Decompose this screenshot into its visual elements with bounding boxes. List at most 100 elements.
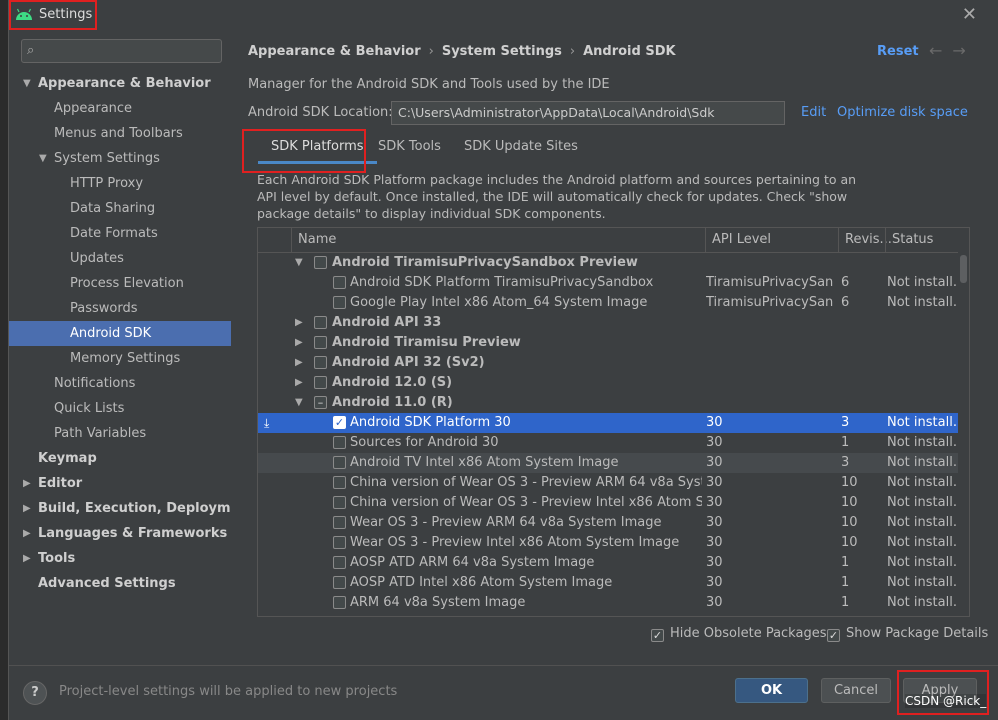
- checkbox[interactable]: [333, 436, 346, 449]
- back-forward-icon[interactable]: ←→: [929, 41, 976, 60]
- sidebar-item-notifications[interactable]: Notifications: [9, 371, 231, 396]
- checkbox[interactable]: [333, 596, 346, 609]
- table-row[interactable]: China version of Wear OS 3 - Preview ARM…: [258, 473, 958, 493]
- chevron-right-icon[interactable]: ▶: [295, 373, 303, 393]
- api-level: 30: [706, 475, 723, 490]
- sidebar-item-system-settings[interactable]: ▼ System Settings: [9, 146, 231, 171]
- table-row[interactable]: ARM 64 v8a System Image 30 1 Not install…: [258, 593, 958, 613]
- table-row[interactable]: ▶ Android 12.0 (S): [258, 373, 958, 393]
- table-row[interactable]: ▶ Android Tiramisu Preview: [258, 333, 958, 353]
- sidebar-item-editor[interactable]: ▶ Editor: [9, 471, 231, 496]
- sidebar-item-process-elevation[interactable]: Process Elevation: [9, 271, 231, 296]
- chevron-down-icon[interactable]: ▼: [295, 253, 303, 273]
- help-button[interactable]: ?: [23, 681, 47, 705]
- table-row[interactable]: Google Play Intel x86 Atom_64 System Ima…: [258, 293, 958, 313]
- search-input[interactable]: ⌕: [21, 39, 222, 63]
- checkbox[interactable]: [333, 296, 346, 309]
- checkbox[interactable]: [333, 516, 346, 529]
- checkbox[interactable]: [333, 456, 346, 469]
- package-name: Wear OS 3 - Preview Intel x86 Atom Syste…: [350, 535, 680, 550]
- scrollbar-thumb[interactable]: [960, 255, 967, 283]
- sidebar-item-label: Appearance: [54, 101, 133, 116]
- close-icon[interactable]: ✕: [962, 4, 977, 25]
- cancel-button[interactable]: Cancel: [821, 678, 891, 703]
- sidebar-item-languages-frameworks[interactable]: ▶ Languages & Frameworks: [9, 521, 231, 546]
- sidebar-item-appearance-behavior[interactable]: ▼ Appearance & Behavior: [9, 71, 231, 96]
- table-row[interactable]: China version of Wear OS 3 - Preview Int…: [258, 493, 958, 513]
- settings-sidebar: ⌕ ▼ Appearance & Behavior Appearance Men…: [9, 30, 255, 665]
- sidebar-item-passwords[interactable]: Passwords: [9, 296, 231, 321]
- table-row[interactable]: ▼ – Android 11.0 (R): [258, 393, 958, 413]
- sidebar-item-label: Appearance & Behavior: [38, 76, 211, 91]
- table-row[interactable]: Wear OS 3 - Preview Intel x86 Atom Syste…: [258, 533, 958, 553]
- chevron-down-icon[interactable]: ▼: [295, 393, 303, 413]
- column-header-revision[interactable]: Revis...: [838, 228, 892, 253]
- checkbox[interactable]: [333, 476, 346, 489]
- sidebar-item-appearance[interactable]: Appearance: [9, 96, 231, 121]
- tab-sdk-update-sites[interactable]: SDK Update Sites: [451, 132, 591, 164]
- settings-tree: ▼ Appearance & Behavior Appearance Menus…: [9, 71, 255, 596]
- sdk-location-field[interactable]: C:\Users\Administrator\AppData\Local\And…: [391, 101, 785, 125]
- sidebar-item-keymap[interactable]: Keymap: [9, 446, 231, 471]
- hide-obsolete-checkbox[interactable]: ✓ Hide Obsolete Packages: [651, 626, 826, 642]
- sidebar-item-advanced-settings[interactable]: Advanced Settings: [9, 571, 231, 596]
- sidebar-item-label: Notifications: [54, 376, 136, 391]
- column-header-status[interactable]: Status: [885, 228, 958, 253]
- sidebar-item-data-sharing[interactable]: Data Sharing: [9, 196, 231, 221]
- column-header-api-level[interactable]: API Level: [705, 228, 838, 253]
- table-row[interactable]: Android SDK Platform TiramisuPrivacySand…: [258, 273, 958, 293]
- table-row[interactable]: ▼ Android TiramisuPrivacySandbox Preview: [258, 253, 958, 273]
- table-row[interactable]: Android TV Intel x86 Atom System Image 3…: [258, 453, 958, 473]
- show-details-checkbox[interactable]: ✓ Show Package Details: [827, 626, 988, 642]
- title-bar: Settings ✕: [9, 0, 998, 30]
- checkbox[interactable]: [314, 256, 327, 269]
- column-header-name[interactable]: Name: [291, 228, 705, 253]
- table-row-selected[interactable]: ⤓ ✓ Android SDK Platform 30 30 3 Not ins…: [258, 413, 958, 433]
- checkbox[interactable]: [333, 536, 346, 549]
- ok-button[interactable]: OK: [735, 678, 808, 703]
- table-row[interactable]: AOSP ATD Intel x86 Atom System Image 30 …: [258, 573, 958, 593]
- tab-description: Each Android SDK Platform package includ…: [257, 172, 857, 221]
- table-row[interactable]: AOSP ATD ARM 64 v8a System Image 30 1 No…: [258, 553, 958, 573]
- checkbox-checked[interactable]: ✓: [333, 416, 346, 429]
- show-details-label: Show Package Details: [846, 626, 989, 641]
- table-header: Name API Level Revis... Status: [258, 228, 958, 253]
- table-row[interactable]: ▶ Android API 33: [258, 313, 958, 333]
- checkbox[interactable]: [314, 316, 327, 329]
- edit-link[interactable]: Edit: [801, 105, 826, 120]
- sidebar-item-memory-settings[interactable]: Memory Settings: [9, 346, 231, 371]
- window-title: Settings: [39, 7, 93, 22]
- sidebar-item-date-formats[interactable]: Date Formats: [9, 221, 231, 246]
- chevron-right-icon[interactable]: ▶: [295, 333, 303, 353]
- checkbox[interactable]: [314, 376, 327, 389]
- chevron-down-icon: ▼: [23, 78, 31, 89]
- apply-highlight-box: [897, 670, 989, 715]
- sidebar-item-quick-lists[interactable]: Quick Lists: [9, 396, 231, 421]
- sidebar-item-updates[interactable]: Updates: [9, 246, 231, 271]
- checkbox-partial[interactable]: –: [314, 396, 327, 409]
- sidebar-item-path-variables[interactable]: Path Variables: [9, 421, 231, 446]
- table-scrollbar[interactable]: [960, 253, 967, 615]
- checkbox[interactable]: [333, 496, 346, 509]
- checkbox[interactable]: [314, 356, 327, 369]
- table-row[interactable]: Wear OS 3 - Preview ARM 64 v8a System Im…: [258, 513, 958, 533]
- sidebar-item-menus-toolbars[interactable]: Menus and Toolbars: [9, 121, 231, 146]
- table-row[interactable]: Sources for Android 30 30 1 Not install.…: [258, 433, 958, 453]
- settings-dialog: Settings ✕ ⌕ ▼ Appearance & Behavior App…: [8, 0, 998, 720]
- sidebar-item-http-proxy[interactable]: HTTP Proxy: [9, 171, 231, 196]
- sidebar-item-build-execution[interactable]: ▶ Build, Execution, Deployment: [9, 496, 255, 521]
- reset-link[interactable]: Reset: [877, 44, 919, 59]
- checkbox[interactable]: [333, 576, 346, 589]
- table-row[interactable]: ▶ Android API 32 (Sv2): [258, 353, 958, 373]
- api-level: 30: [706, 435, 723, 450]
- checkbox[interactable]: [333, 276, 346, 289]
- chevron-right-icon[interactable]: ▶: [295, 353, 303, 373]
- chevron-right-icon[interactable]: ▶: [295, 313, 303, 333]
- sidebar-item-android-sdk[interactable]: Android SDK: [9, 321, 231, 346]
- tab-sdk-tools[interactable]: SDK Tools: [365, 132, 454, 164]
- checkbox[interactable]: [314, 336, 327, 349]
- sidebar-item-tools[interactable]: ▶ Tools: [9, 546, 231, 571]
- package-name: Google Play Intel x86 Atom_64 System Ima…: [350, 295, 648, 310]
- optimize-disk-link[interactable]: Optimize disk space: [837, 105, 968, 120]
- checkbox[interactable]: [333, 556, 346, 569]
